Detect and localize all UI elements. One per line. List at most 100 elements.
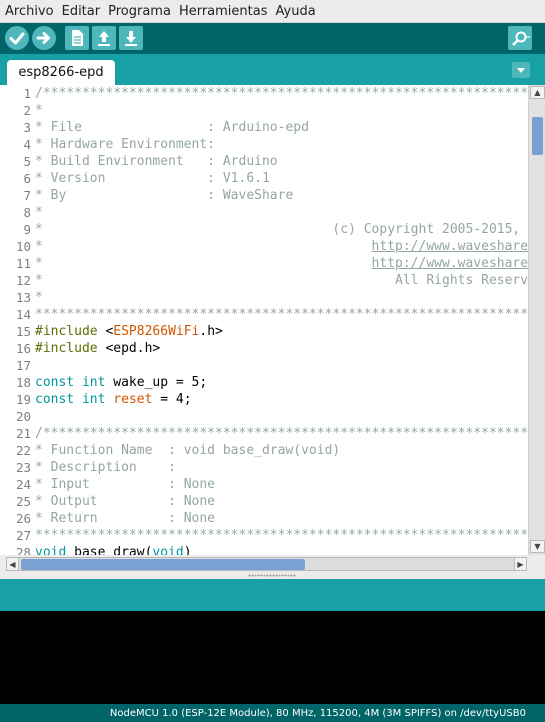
code-text[interactable]: * Output : None — [35, 493, 215, 510]
code-text[interactable]: ****************************************… — [35, 527, 528, 544]
code-text[interactable]: * File : Arduino-epd — [35, 119, 309, 136]
code-line[interactable]: 27 **************************************… — [0, 527, 528, 544]
vertical-scroll-thumb[interactable] — [532, 117, 543, 155]
line-number: 27 — [15, 528, 31, 543]
line-number: 8 — [23, 205, 31, 220]
code-text[interactable]: * Input : None — [35, 476, 215, 493]
menu-herramientas[interactable]: Herramientas — [175, 4, 272, 19]
code-line[interactable]: 14 **************************************… — [0, 306, 528, 323]
open-icon[interactable] — [92, 26, 116, 50]
code-editor[interactable]: 1 /**************************************… — [0, 85, 545, 555]
code-line[interactable]: 25 * Output : None — [0, 493, 528, 510]
new-icon[interactable] — [65, 26, 89, 50]
scroll-down-arrow-icon[interactable]: ▼ — [530, 540, 545, 553]
line-number: 25 — [15, 494, 31, 509]
verify-icon[interactable] — [5, 26, 29, 50]
code-line[interactable]: 24 * Input : None — [0, 476, 528, 493]
code-line[interactable]: 1 /**************************************… — [0, 85, 528, 102]
code-text[interactable]: * Function Name : void base_draw(void) — [35, 442, 340, 459]
code-line[interactable]: 3 * File : Arduino-epd — [0, 119, 528, 136]
code-text[interactable]: * Return : None — [35, 510, 215, 527]
save-icon[interactable] — [119, 26, 143, 50]
code-text[interactable]: ****************************************… — [35, 306, 528, 323]
status-bar: NodeMCU 1.0 (ESP-12E Module), 80 MHz, 11… — [0, 704, 545, 722]
code-text[interactable]: #include <ESP8266WiFi.h> — [35, 323, 223, 340]
code-line[interactable]: 7 * By : WaveShare — [0, 187, 528, 204]
code-text[interactable]: const int wake_up = 5; — [35, 374, 207, 391]
code-line[interactable]: 12 * All Rights Reserved — [0, 272, 528, 289]
code-line[interactable]: 13 * — [0, 289, 528, 306]
line-number: 22 — [15, 443, 31, 458]
line-number: 12 — [15, 273, 31, 288]
code-text[interactable]: * http://www.waveshare.com — [35, 255, 528, 272]
code-text[interactable]: #include <epd.h> — [35, 340, 160, 357]
horizontal-scroll-thumb[interactable] — [21, 559, 305, 570]
horizontal-scrollbar[interactable]: ◀ ▶ — [0, 555, 545, 573]
line-number: 20 — [15, 409, 31, 424]
line-number: 23 — [15, 460, 31, 475]
menu-programa[interactable]: Programa — [104, 4, 175, 19]
code-line[interactable]: 9 * (c) Copyright 2005-2015, WaveShare — [0, 221, 528, 238]
code-line[interactable]: 4 * Hardware Environment: — [0, 136, 528, 153]
line-number: 7 — [23, 188, 31, 203]
code-line[interactable]: 5 * Build Environment : Arduino — [0, 153, 528, 170]
upload-icon[interactable] — [32, 26, 56, 50]
console-output — [0, 611, 545, 704]
divider-grip-icon[interactable] — [248, 574, 296, 577]
code-text[interactable]: /***************************************… — [35, 85, 528, 102]
scroll-right-arrow-icon[interactable]: ▶ — [514, 557, 527, 571]
line-number: 18 — [15, 375, 31, 390]
code-text[interactable]: * All Rights Reserved — [35, 272, 528, 289]
vertical-scrollbar[interactable]: ▲ ▼ — [528, 85, 545, 555]
code-text[interactable]: void base_draw(void) — [35, 544, 192, 555]
menu-bar: Archivo Editar Programa Herramientas Ayu… — [0, 0, 545, 23]
code-line[interactable]: 26 * Return : None — [0, 510, 528, 527]
code-line[interactable]: 18 const int wake_up = 5; — [0, 374, 528, 391]
code-text[interactable]: * Build Environment : Arduino — [35, 153, 278, 170]
line-number: 9 — [23, 222, 31, 237]
code-line[interactable]: 19 const int reset = 4; — [0, 391, 528, 408]
code-line[interactable]: 22 * Function Name : void base_draw(void) — [0, 442, 528, 459]
code-text[interactable]: * Version : V1.6.1 — [35, 170, 270, 187]
code-line[interactable]: 20 — [0, 408, 528, 425]
line-number: 3 — [23, 120, 31, 135]
code-line[interactable]: 23 * Description : — [0, 459, 528, 476]
line-number: 21 — [15, 426, 31, 441]
code-text[interactable]: * (c) Copyright 2005-2015, WaveShare — [35, 221, 528, 238]
code-text[interactable]: * http://www.waveshare.net — [35, 238, 528, 255]
code-area[interactable]: 1 /**************************************… — [0, 85, 528, 555]
horizontal-scroll-track[interactable]: ◀ ▶ — [6, 557, 527, 571]
line-number: 11 — [15, 256, 31, 271]
code-text[interactable]: const int reset = 4; — [35, 391, 192, 408]
code-line[interactable]: 2 * — [0, 102, 528, 119]
code-line[interactable]: 6 * Version : V1.6.1 — [0, 170, 528, 187]
code-line[interactable]: 11 * http://www.waveshare.com — [0, 255, 528, 272]
code-text[interactable]: * — [35, 289, 43, 306]
line-number: 19 — [15, 392, 31, 407]
code-line[interactable]: 21 /*************************************… — [0, 425, 528, 442]
code-text[interactable]: * — [35, 102, 43, 119]
menu-archivo[interactable]: Archivo — [0, 4, 58, 19]
code-line[interactable]: 17 — [0, 357, 528, 374]
menu-ayuda[interactable]: Ayuda — [272, 4, 320, 19]
code-text[interactable]: * Description : — [35, 459, 176, 476]
tab-esp8266-epd[interactable]: esp8266-epd — [7, 60, 115, 85]
line-number: 24 — [15, 477, 31, 492]
code-line[interactable]: 10 * http://www.waveshare.net — [0, 238, 528, 255]
code-text[interactable]: * Hardware Environment: — [35, 136, 215, 153]
tab-menu-button[interactable] — [512, 62, 530, 78]
line-number: 5 — [23, 154, 31, 169]
code-line[interactable]: 28 void base_draw(void) — [0, 544, 528, 555]
code-line[interactable]: 15 #include <ESP8266WiFi.h> — [0, 323, 528, 340]
code-text[interactable]: /***************************************… — [35, 425, 528, 442]
code-line[interactable]: 8 * — [0, 204, 528, 221]
line-number: 6 — [23, 171, 31, 186]
code-line[interactable]: 16 #include <epd.h> — [0, 340, 528, 357]
serial-monitor-icon[interactable] — [508, 26, 532, 50]
scroll-up-arrow-icon[interactable]: ▲ — [530, 86, 545, 99]
menu-editar[interactable]: Editar — [58, 4, 105, 19]
code-text[interactable]: * By : WaveShare — [35, 187, 293, 204]
code-text[interactable]: * — [35, 204, 43, 221]
scroll-left-arrow-icon[interactable]: ◀ — [6, 557, 19, 571]
line-number: 15 — [15, 324, 31, 339]
